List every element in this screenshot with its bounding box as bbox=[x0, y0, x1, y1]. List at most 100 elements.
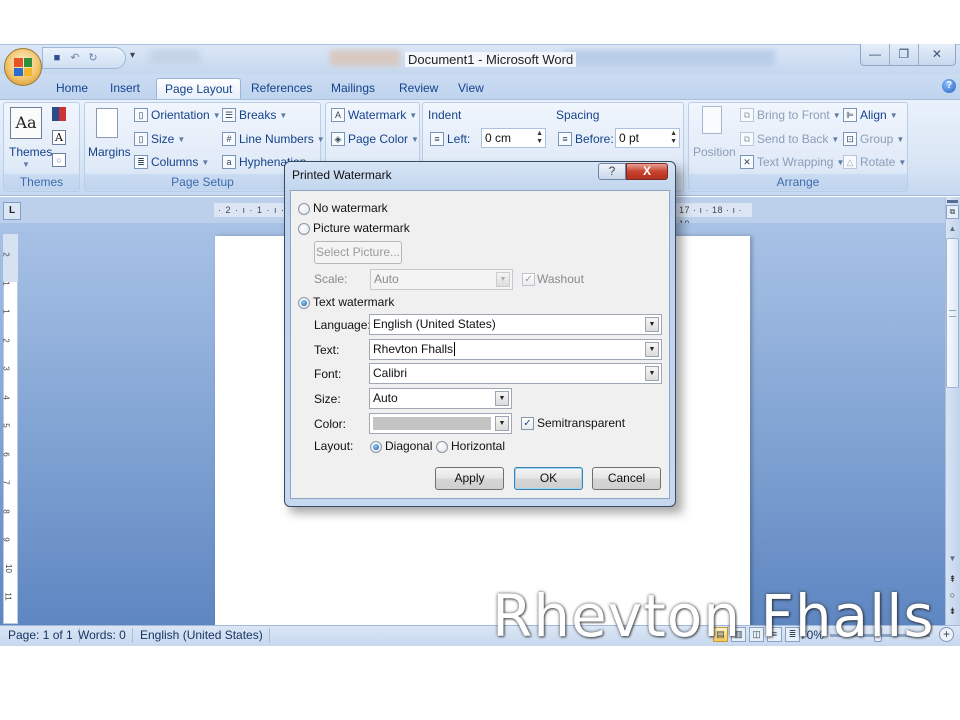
chevron-down-icon[interactable]: ▼ bbox=[496, 272, 510, 287]
send-to-back-button[interactable]: ⧉ Send to Back ▼ bbox=[740, 132, 839, 146]
vertical-ruler-tick: 7 bbox=[1, 480, 11, 485]
spinner-icon[interactable]: ▲ ▼ bbox=[536, 130, 543, 146]
horizontal-label[interactable]: Horizontal bbox=[451, 439, 505, 453]
vertical-ruler-tick: 6 bbox=[1, 451, 11, 457]
tab-selector-button[interactable]: L bbox=[3, 202, 21, 220]
font-select[interactable]: Calibri ▼ bbox=[369, 363, 662, 384]
ok-button[interactable]: OK bbox=[514, 467, 583, 490]
scale-select[interactable]: Auto ▼ bbox=[370, 269, 513, 290]
chevron-down-icon[interactable]: ▼ bbox=[645, 317, 659, 332]
position-button[interactable]: Position bbox=[693, 145, 736, 159]
caret-icon: ▼ bbox=[896, 134, 905, 144]
semitransparent-label[interactable]: Semitransparent bbox=[537, 416, 625, 430]
size-select[interactable]: Auto ▼ bbox=[369, 388, 512, 409]
chevron-down-icon[interactable]: ▼ bbox=[645, 342, 659, 357]
previous-page-icon[interactable]: ⇞ bbox=[946, 572, 959, 586]
save-icon[interactable]: ■ bbox=[51, 52, 63, 64]
minimize-button[interactable]: — bbox=[861, 44, 890, 65]
text-watermark-label[interactable]: Text watermark bbox=[313, 295, 394, 309]
tab-page-layout[interactable]: Page Layout bbox=[156, 78, 242, 100]
cancel-button[interactable]: Cancel bbox=[592, 467, 661, 490]
themes-button[interactable]: Themes bbox=[9, 145, 52, 159]
redo-icon[interactable]: ↻ bbox=[87, 52, 99, 64]
status-words[interactable]: Words: 0 bbox=[72, 628, 133, 643]
line-numbers-button[interactable]: # Line Numbers ▼ bbox=[222, 132, 325, 146]
page-color-button[interactable]: ◈ Page Color ▼ bbox=[331, 132, 419, 146]
language-label: Language: bbox=[314, 318, 371, 332]
apply-button[interactable]: Apply bbox=[435, 467, 504, 490]
margins-button[interactable]: Margins bbox=[88, 145, 131, 159]
theme-fonts-icon[interactable]: A bbox=[52, 130, 66, 145]
vertical-ruler-tick: 5 bbox=[1, 423, 11, 428]
watermark-icon: A bbox=[331, 108, 345, 122]
text-wrapping-button[interactable]: ✕ Text Wrapping ▼ bbox=[740, 155, 844, 169]
horizontal-ruler[interactable]: · 2 · ı · 1 · ı · bbox=[214, 203, 286, 217]
caret-icon: ▼ bbox=[212, 110, 221, 120]
language-select[interactable]: English (United States) ▼ bbox=[369, 314, 662, 335]
indent-left-input[interactable]: 0 cm ▲ ▼ bbox=[481, 128, 546, 148]
help-icon[interactable]: ? bbox=[942, 79, 956, 93]
orientation-button[interactable]: ▯ Orientation ▼ bbox=[134, 108, 221, 122]
themes-icon[interactable]: Aa bbox=[10, 107, 42, 139]
tab-view[interactable]: View bbox=[450, 78, 492, 100]
group-button[interactable]: ⊡ Group ▼ bbox=[843, 132, 904, 146]
next-page-icon[interactable]: ⇟ bbox=[946, 604, 959, 618]
tab-review[interactable]: Review bbox=[391, 78, 446, 100]
align-button[interactable]: ⊫ Align ▼ bbox=[843, 108, 898, 122]
caret-icon: ▼ bbox=[889, 110, 898, 120]
columns-button[interactable]: ≣ Columns ▼ bbox=[134, 155, 209, 169]
bring-to-front-button[interactable]: ⧉ Bring to Front ▼ bbox=[740, 108, 841, 122]
restore-button[interactable]: ❐ bbox=[890, 44, 919, 65]
horizontal-ruler-right[interactable]: 17 · ı · 18 · ı · 19 bbox=[676, 203, 752, 229]
close-window-button[interactable]: ✕ bbox=[919, 44, 955, 65]
scroll-down-icon[interactable]: ▼ bbox=[946, 552, 959, 566]
diagonal-radio[interactable] bbox=[370, 441, 382, 453]
select-browse-object-icon[interactable]: ○ bbox=[946, 588, 959, 602]
office-button[interactable] bbox=[4, 48, 42, 86]
no-watermark-radio[interactable] bbox=[298, 203, 310, 215]
spacing-before-input[interactable]: 0 pt ▲ ▼ bbox=[615, 128, 680, 148]
split-handle[interactable] bbox=[947, 200, 958, 203]
watermark-button[interactable]: A Watermark ▼ bbox=[331, 108, 417, 122]
semitransparent-checkbox[interactable]: ✓ bbox=[521, 417, 534, 430]
tab-home[interactable]: Home bbox=[48, 78, 96, 100]
rotate-button[interactable]: △ Rotate ▼ bbox=[843, 155, 906, 169]
no-watermark-label[interactable]: No watermark bbox=[313, 201, 388, 215]
chevron-down-icon[interactable]: ▼ bbox=[645, 366, 659, 381]
dialog-help-button[interactable]: ? bbox=[598, 163, 626, 180]
hyphenation-icon: a bbox=[222, 155, 236, 169]
horizontal-radio[interactable] bbox=[436, 441, 448, 453]
spinner-icon[interactable]: ▲ ▼ bbox=[670, 130, 677, 146]
color-select[interactable]: ▼ bbox=[369, 413, 512, 434]
tab-insert[interactable]: Insert bbox=[102, 78, 148, 100]
zoom-in-icon[interactable]: + bbox=[939, 627, 954, 642]
scroll-up-icon[interactable]: ▲ bbox=[946, 222, 959, 236]
tab-references[interactable]: References bbox=[243, 78, 320, 100]
chevron-down-icon[interactable]: ▼ bbox=[495, 391, 509, 406]
picture-watermark-radio[interactable] bbox=[298, 223, 310, 235]
chevron-down-icon[interactable]: ▼ bbox=[495, 416, 509, 431]
diagonal-label[interactable]: Diagonal bbox=[385, 439, 432, 453]
text-watermark-radio[interactable] bbox=[298, 297, 310, 309]
theme-colors-icon[interactable] bbox=[52, 107, 66, 121]
status-language[interactable]: English (United States) bbox=[134, 628, 270, 643]
dialog-close-button[interactable]: X bbox=[626, 163, 668, 180]
customize-qat-icon[interactable]: ▾ bbox=[130, 50, 135, 61]
caret-icon: ▼ bbox=[898, 157, 907, 167]
themes-caret-icon: ▼ bbox=[22, 160, 30, 169]
size-icon: ▯ bbox=[134, 132, 148, 146]
washout-checkbox[interactable]: ✓ bbox=[522, 273, 535, 286]
watermark-text-input[interactable]: Rhevton Fhalls ▼ bbox=[369, 339, 662, 360]
select-picture-button[interactable]: Select Picture... bbox=[314, 241, 402, 264]
tab-mailings[interactable]: Mailings bbox=[323, 78, 383, 100]
margins-icon[interactable] bbox=[96, 108, 118, 138]
status-page[interactable]: Page: 1 of 1 bbox=[2, 628, 80, 643]
undo-icon[interactable]: ↶ bbox=[69, 52, 81, 64]
breaks-button[interactable]: ☰ Breaks ▼ bbox=[222, 108, 287, 122]
size-button[interactable]: ▯ Size ▼ bbox=[134, 132, 185, 146]
washout-label[interactable]: Washout bbox=[537, 272, 584, 286]
theme-effects-icon[interactable]: ○ bbox=[52, 153, 66, 167]
view-ruler-button[interactable]: ⧉ bbox=[946, 205, 959, 219]
picture-watermark-label[interactable]: Picture watermark bbox=[313, 221, 410, 235]
color-swatch bbox=[373, 417, 491, 430]
